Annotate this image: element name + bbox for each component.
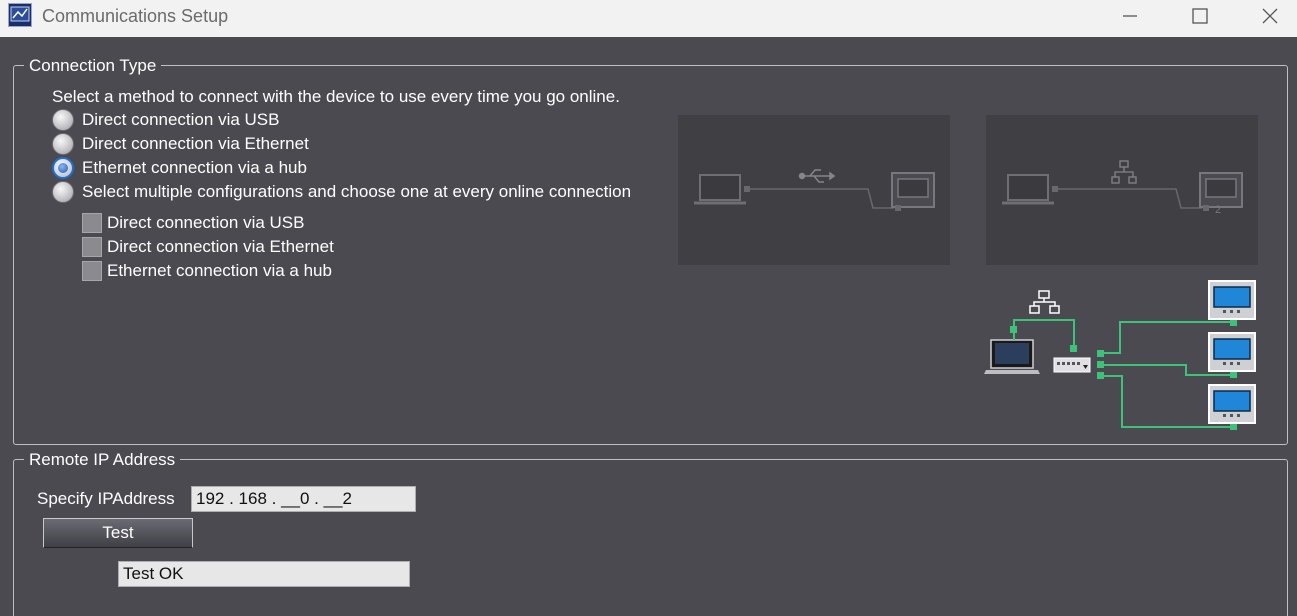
checkbox[interactable] (82, 213, 102, 233)
checkbox-hub[interactable]: Ethernet connection via a hub (82, 259, 332, 283)
radio-label: Direct connection via USB (82, 110, 280, 129)
ip-address-label: Specify IPAddress (37, 489, 175, 508)
usb-connection-diagram (678, 115, 950, 265)
app-icon (8, 3, 32, 27)
checkbox-label: Direct connection via Ethernet (107, 237, 334, 256)
maximize-icon (1192, 8, 1208, 24)
usb-icon (798, 169, 836, 183)
minimize-icon (1123, 15, 1137, 17)
checkbox-usb[interactable]: Direct connection via USB (82, 211, 304, 235)
radio-direct-ethernet[interactable]: Direct connection via Ethernet (52, 132, 309, 156)
device-icon (1208, 280, 1256, 320)
laptop-icon (984, 339, 1040, 374)
ethernet-connection-diagram: 2 (986, 115, 1258, 265)
ip-address-input[interactable]: 192 . 168 . __0 . __2 (191, 486, 416, 512)
maximize-button[interactable] (1170, 0, 1230, 32)
close-button[interactable] (1240, 0, 1297, 32)
test-result-field: Test OK (118, 561, 410, 587)
laptop-icon (1002, 174, 1054, 205)
checkbox-ethernet[interactable]: Direct connection via Ethernet (82, 235, 334, 259)
connection-intro-text: Select a method to connect with the devi… (52, 87, 620, 106)
radio-label: Select multiple configurations and choos… (82, 182, 632, 201)
port-number-label: 2 (1215, 204, 1222, 216)
device-icon (1208, 384, 1256, 424)
checkbox-label: Direct connection via USB (107, 213, 305, 232)
radio-multiple-configurations[interactable]: Select multiple configurations and choos… (52, 180, 631, 204)
checkbox-label: Ethernet connection via a hub (107, 261, 332, 280)
hub-connection-diagram (984, 280, 1256, 430)
radio-ethernet-hub[interactable]: Ethernet connection via a hub (52, 156, 307, 180)
test-button[interactable]: Test (43, 518, 193, 548)
connection-type-title: Connection Type (24, 56, 162, 76)
window-title: Communications Setup (42, 6, 229, 26)
device-icon (891, 172, 935, 211)
checkbox[interactable] (82, 237, 102, 257)
remote-ip-group: Remote IP Address (13, 450, 1288, 616)
radio-button-selected[interactable] (52, 157, 74, 179)
minimize-button[interactable] (1100, 0, 1160, 32)
checkbox[interactable] (82, 261, 102, 281)
network-icon (1029, 290, 1060, 314)
hub-icon (1053, 357, 1091, 373)
remote-ip-title: Remote IP Address (24, 450, 181, 470)
radio-label: Direct connection via Ethernet (82, 134, 309, 153)
laptop-icon (694, 174, 746, 205)
radio-button[interactable] (52, 133, 74, 155)
radio-direct-usb[interactable]: Direct connection via USB (52, 108, 279, 132)
close-icon (1262, 8, 1278, 24)
radio-button[interactable] (52, 181, 74, 203)
device-icon (1208, 332, 1256, 372)
radio-label: Ethernet connection via a hub (82, 158, 307, 177)
title-bar: Communications Setup (0, 0, 1297, 37)
network-icon (1111, 160, 1137, 184)
radio-button[interactable] (52, 109, 74, 131)
